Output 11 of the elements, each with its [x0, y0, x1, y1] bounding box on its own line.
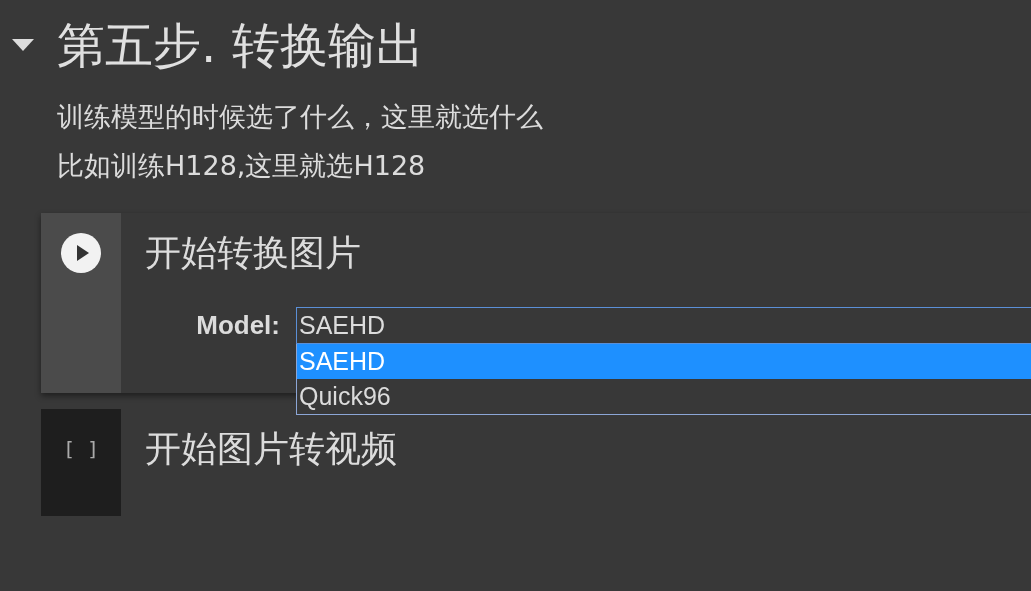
cell-title: 开始转换图片: [145, 233, 362, 273]
field-label: Model:: [195, 310, 281, 341]
play-icon[interactable]: [61, 233, 101, 273]
section-heading: 第五步. 转换输出: [57, 16, 424, 75]
description-text: 训练模型的时候选了什么，这里就选什么: [57, 100, 544, 134]
cell-title: 开始图片转视频: [145, 429, 398, 469]
collapse-toggle-icon[interactable]: [12, 39, 34, 51]
model-select[interactable]: SAEHD: [296, 307, 1031, 344]
description-text: 比如训练H128,这里就选H128: [57, 149, 427, 183]
execution-marker: [ ]: [62, 437, 100, 463]
dropdown-option[interactable]: Quick96: [297, 379, 1031, 414]
